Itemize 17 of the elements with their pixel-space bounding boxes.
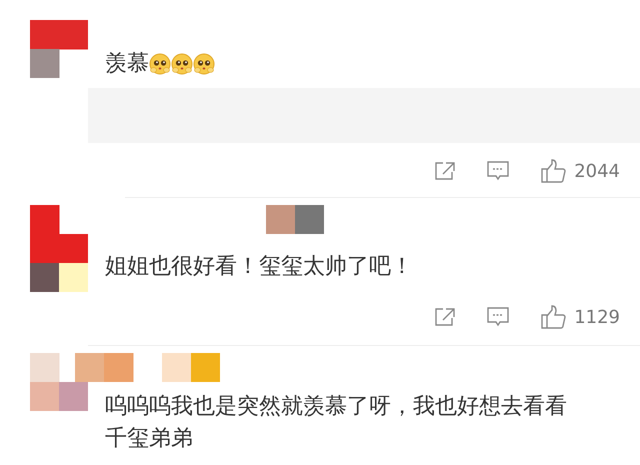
thumbs-up-icon[interactable] [540, 158, 566, 184]
pleading-face-icon [193, 53, 215, 75]
comment-icon[interactable] [486, 160, 510, 182]
like-count: 2044 [574, 160, 620, 182]
pixelated-avatar [30, 20, 88, 78]
comment-icon[interactable] [486, 306, 510, 328]
share-icon[interactable] [434, 307, 456, 327]
thumbs-up-icon[interactable] [540, 304, 566, 330]
comment-text: 姐姐也很好看！玺玺太帅了吧！ [105, 253, 413, 281]
share-icon[interactable] [434, 161, 456, 181]
pixelated-avatar [30, 353, 88, 411]
comment-text: 呜呜呜我也是突然就羡慕了呀，我也好想去看看千玺弟弟 [105, 393, 568, 453]
pixelated-username [266, 205, 324, 234]
comment-text: 羡慕 [105, 50, 149, 78]
pleading-face-icon [171, 53, 193, 75]
like-count: 1129 [574, 306, 620, 328]
pleading-face-icon [149, 53, 171, 75]
